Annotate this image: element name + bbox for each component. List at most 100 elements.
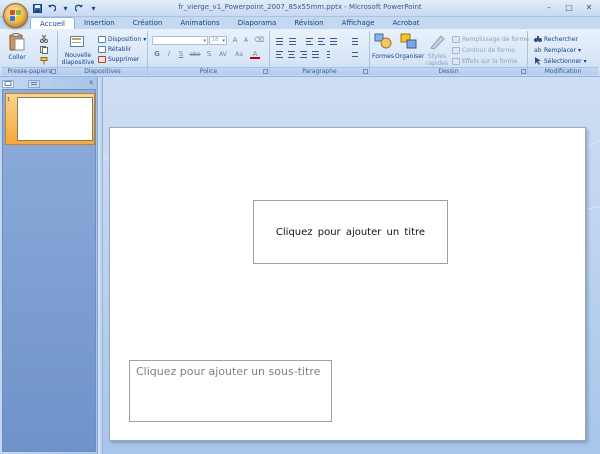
align-right-icon[interactable] <box>298 50 309 59</box>
italic-button[interactable]: I <box>164 50 174 59</box>
pen-icon <box>452 46 460 54</box>
minimize-button[interactable]: – <box>544 2 554 13</box>
underline-button[interactable]: S <box>176 50 186 59</box>
replace-button[interactable]: ab Remplacer ▾ <box>534 46 581 55</box>
new-slide-button[interactable]: Nouvelle diapositive <box>60 35 96 66</box>
slides-group: Nouvelle diapositive Disposition ▾ Rétab… <box>58 31 148 75</box>
decrease-indent-icon[interactable] <box>304 36 315 45</box>
quick-styles-label-2: rapides <box>425 60 449 67</box>
delete-slide-button[interactable]: Supprimer <box>98 55 139 63</box>
paragraph-launcher-button[interactable] <box>363 69 368 74</box>
chevron-down-icon: ▾ <box>583 57 587 65</box>
shape-fill-button[interactable]: Remplissage de forme <box>452 35 529 43</box>
reset-button[interactable]: Rétablir <box>98 45 131 53</box>
slides-tab-icon <box>4 80 12 86</box>
slide-canvas[interactable]: Cliquez pour ajouter un titre Cliquez po… <box>109 127 586 441</box>
shape-outline-button[interactable]: Contour de forme <box>452 46 515 54</box>
paste-label: Coller <box>8 54 26 61</box>
font-group: ▾ 18 ▾ A A ⌫ G I S abe S AV Aa A Police <box>148 31 270 75</box>
find-label: Rechercher <box>544 35 578 43</box>
change-case-button[interactable]: Aa <box>232 50 246 59</box>
font-name-combo[interactable]: ▾ <box>152 36 208 45</box>
quick-styles-icon <box>430 35 445 50</box>
copy-button[interactable] <box>40 46 48 54</box>
new-slide-icon <box>70 36 84 47</box>
outline-tab-icon <box>31 81 37 85</box>
editing-group-label: Modification <box>528 67 598 75</box>
shapes-label: Formes <box>372 53 394 60</box>
office-button[interactable] <box>3 3 28 28</box>
quick-styles-label-1: Styles <box>427 53 447 60</box>
align-left-icon[interactable] <box>274 50 285 59</box>
paint-bucket-icon <box>452 35 460 43</box>
font-size-value: 18 <box>212 37 219 43</box>
title-bar: ▾ ▾ fr_vierge_v1_Powerpoint_2007_85x55mm… <box>0 0 600 17</box>
cut-button[interactable] <box>40 35 48 43</box>
bullets-icon[interactable] <box>274 36 285 45</box>
editing-group: Rechercher ab Remplacer ▾ Sélectionner ▾… <box>528 31 598 75</box>
shape-effects-button[interactable]: Effets sur la forme <box>452 57 517 65</box>
clipboard-group-label: Presse-papiers <box>2 67 57 75</box>
grow-font-button[interactable]: A <box>230 36 240 45</box>
svg-text:ab: ab <box>534 47 542 54</box>
new-slide-label-1: Nouvelle <box>64 52 92 59</box>
shadow-button[interactable]: S <box>204 50 214 59</box>
drawing-group: Formes Organiser Styles rapides Rempliss… <box>370 31 529 75</box>
slide-thumbnail-selected[interactable]: 1 <box>5 93 95 145</box>
character-spacing-button[interactable]: AV <box>216 50 230 59</box>
effects-icon <box>452 57 460 65</box>
paste-button[interactable]: Coller <box>6 33 28 61</box>
align-center-icon[interactable] <box>286 50 297 59</box>
cut-icon <box>40 35 48 43</box>
slides-list[interactable]: 1 <box>2 89 96 452</box>
slide-thumbnail[interactable] <box>17 97 93 141</box>
shrink-font-button[interactable]: A <box>241 36 251 45</box>
font-size-combo[interactable]: 18 ▾ <box>209 36 227 45</box>
clear-format-icon[interactable]: ⌫ <box>254 36 264 45</box>
strikethrough-button[interactable]: abe <box>188 50 202 59</box>
close-panel-button[interactable]: x <box>89 79 93 86</box>
slide-editing-area: Cliquez pour ajouter un titre Cliquez po… <box>103 77 600 454</box>
panel-tabs: x <box>2 79 95 88</box>
copy-icon <box>40 46 48 54</box>
font-color-button[interactable]: A <box>250 50 260 59</box>
text-direction-icon[interactable] <box>350 36 361 45</box>
numbering-icon[interactable] <box>287 36 298 45</box>
drawing-launcher-button[interactable] <box>521 69 526 74</box>
select-button[interactable]: Sélectionner ▾ <box>534 57 587 65</box>
font-launcher-button[interactable] <box>263 69 268 74</box>
title-placeholder[interactable]: Cliquez pour ajouter un titre <box>253 200 448 264</box>
maximize-button[interactable]: □ <box>564 2 574 13</box>
paste-icon <box>9 33 25 51</box>
tab-outline[interactable] <box>28 79 40 88</box>
shapes-button[interactable]: Formes <box>372 33 394 60</box>
slides-panel: x 1 <box>0 77 98 454</box>
close-button[interactable]: ✕ <box>584 2 594 13</box>
align-text-icon[interactable] <box>350 50 361 59</box>
subtitle-placeholder[interactable]: Cliquez pour ajouter un sous-titre <box>129 360 332 422</box>
quick-styles-button[interactable]: Styles rapides <box>424 33 450 67</box>
paragraph-group: Paragraphe <box>270 31 370 75</box>
chevron-down-icon: ▾ <box>222 38 225 44</box>
columns-icon[interactable] <box>325 50 336 59</box>
justify-icon[interactable] <box>310 50 321 59</box>
layout-button[interactable]: Disposition ▾ <box>98 35 146 43</box>
increase-indent-icon[interactable] <box>316 36 327 45</box>
drawing-group-label: Dessin <box>370 67 527 75</box>
arrange-icon <box>400 33 417 49</box>
replace-label: Remplacer <box>544 46 577 54</box>
reset-label: Rétablir <box>108 45 132 53</box>
tab-slides[interactable] <box>2 79 14 88</box>
clipboard-launcher-button[interactable] <box>51 69 56 74</box>
office-logo-icon <box>10 10 22 22</box>
find-button[interactable]: Rechercher <box>534 35 578 43</box>
slide-number: 1 <box>7 97 11 103</box>
arrange-label: Organiser <box>395 53 425 60</box>
line-spacing-icon[interactable] <box>328 36 339 45</box>
format-painter-button[interactable] <box>40 57 48 65</box>
cursor-icon <box>535 57 541 65</box>
arrange-button[interactable]: Organiser <box>395 33 425 60</box>
layout-icon <box>98 35 106 43</box>
bold-button[interactable]: G <box>152 50 162 59</box>
clipboard-group: Coller Presse-papiers <box>2 31 58 75</box>
